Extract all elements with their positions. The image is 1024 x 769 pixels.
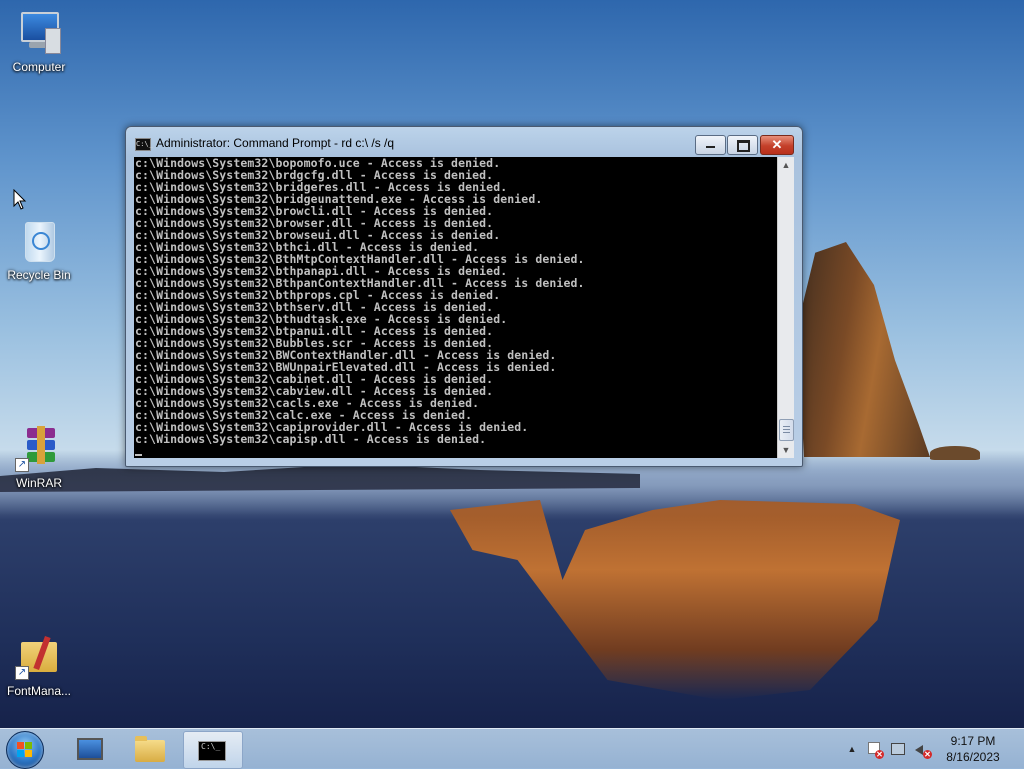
server-manager-icon <box>77 738 103 760</box>
taskbar-button-command-prompt[interactable]: C:\_ <box>183 731 243 769</box>
minimize-icon <box>706 146 715 148</box>
desktop-icon-computer[interactable]: Computer <box>0 8 78 74</box>
window-title: Administrator: Command Prompt - rd c:\ /… <box>156 136 395 150</box>
vertical-scrollbar[interactable]: ▲ ▼ <box>777 157 794 458</box>
maximize-button[interactable] <box>727 135 758 155</box>
windows-logo-icon <box>17 742 33 758</box>
font-manager-icon: ↗ <box>15 632 63 680</box>
scroll-up-arrow-icon[interactable]: ▲ <box>778 157 794 173</box>
close-icon: ✕ <box>771 137 783 152</box>
clock-time: 9:17 PM <box>950 734 996 748</box>
scroll-down-arrow-icon[interactable]: ▼ <box>778 442 794 458</box>
water-reflection <box>450 500 900 700</box>
taskbar-clock[interactable]: 9:17 PM 8/16/2023 <box>930 733 1016 765</box>
taskbar-button-explorer[interactable] <box>121 731 179 767</box>
taskbar-button-server-manager[interactable] <box>62 731 120 767</box>
cmd-icon: C:\_ <box>135 138 153 151</box>
folder-icon <box>135 736 165 762</box>
winrar-icon: ↗ <box>15 424 63 472</box>
computer-icon <box>15 8 63 56</box>
recycle-bin-icon <box>15 216 63 264</box>
console-cursor <box>135 445 585 457</box>
desktop-icon-winrar[interactable]: ↗ WinRAR <box>0 424 78 490</box>
scrollbar-thumb[interactable] <box>779 419 794 441</box>
desktop-icon-fontmanager[interactable]: ↗ FontMana... <box>0 632 78 698</box>
desktop-icon-label: WinRAR <box>15 476 62 490</box>
console-line: c:\Windows\System32\capisp.dll - Access … <box>135 432 487 446</box>
network-icon[interactable] <box>890 741 906 757</box>
small-rock <box>930 446 980 460</box>
start-button[interactable] <box>6 731 44 769</box>
desktop-icon-label: Recycle Bin <box>7 268 71 282</box>
window-titlebar[interactable]: C:\_ Administrator: Command Prompt - rd … <box>126 127 802 157</box>
shortcut-arrow-icon: ↗ <box>15 666 29 680</box>
close-button[interactable]: ✕ <box>760 135 794 155</box>
maximize-icon <box>737 140 750 152</box>
console-lines: c:\Windows\System32\bopomofo.uce - Acces… <box>135 157 585 457</box>
desktop-icon-label: Computer <box>12 60 66 74</box>
shortcut-arrow-icon: ↗ <box>15 458 29 472</box>
minimize-button[interactable] <box>695 135 726 155</box>
clock-date: 8/16/2023 <box>946 750 1000 764</box>
command-prompt-window[interactable]: C:\_ Administrator: Command Prompt - rd … <box>125 126 803 467</box>
sea-stack-rock <box>797 242 930 457</box>
desktop-icon-label: FontMana... <box>6 684 72 698</box>
action-center-icon[interactable]: ✕ <box>866 741 884 759</box>
volume-muted-icon[interactable]: ✕ <box>914 741 932 759</box>
desktop-icon-recycle-bin[interactable]: Recycle Bin <box>0 216 78 282</box>
cmd-icon: C:\_ <box>198 741 226 761</box>
console-output[interactable]: c:\Windows\System32\bopomofo.uce - Acces… <box>134 157 777 458</box>
show-hidden-icons-icon[interactable]: ▲ <box>844 741 860 757</box>
taskbar: C:\_ ▲ ✕ ✕ 9:17 PM 8/16/2023 <box>0 728 1024 769</box>
